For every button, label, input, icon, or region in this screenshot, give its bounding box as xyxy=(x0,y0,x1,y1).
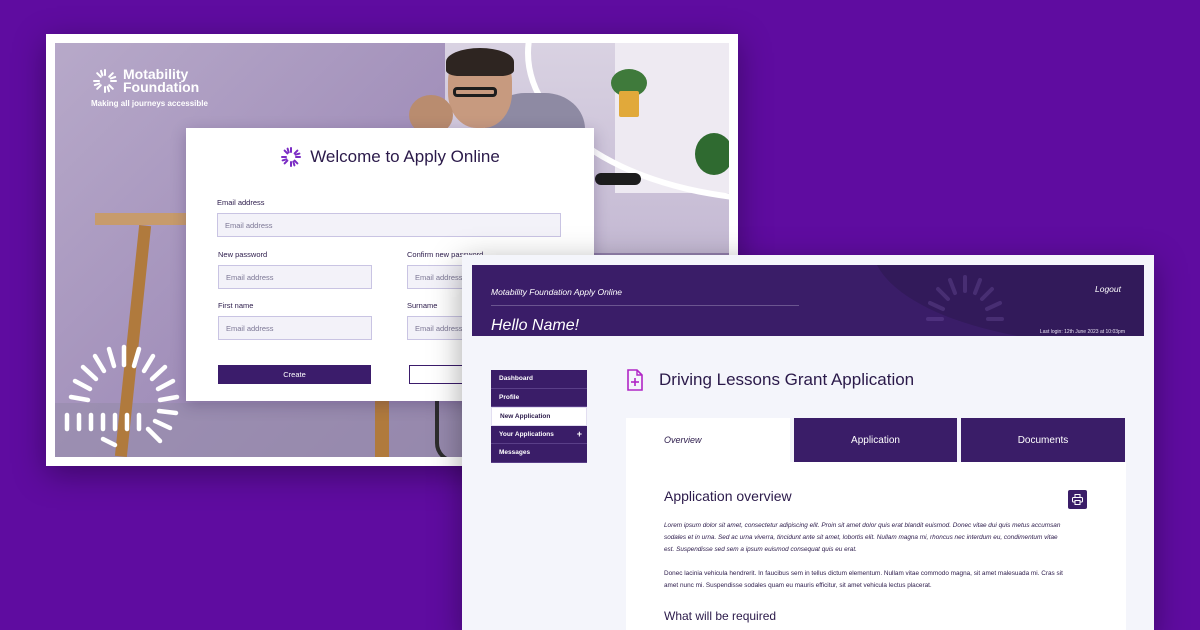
sidebar-item-profile[interactable]: Profile xyxy=(491,388,587,407)
email-label: Email address xyxy=(217,198,265,207)
sidebar-nav: Dashboard Profile New Application Your A… xyxy=(491,370,587,463)
first-name-field[interactable]: Email address xyxy=(218,316,372,340)
overview-paragraph-2: Donec lacinia vehicula hendrerit. In fau… xyxy=(664,570,1063,589)
email-field[interactable]: Email address xyxy=(217,213,561,237)
logout-link[interactable]: Logout xyxy=(1095,284,1121,294)
create-button[interactable]: Create xyxy=(218,365,371,384)
overview-paragraph-1: Lorem ipsum dolor sit amet, consectetur … xyxy=(664,522,1061,553)
page-title: Driving Lessons Grant Application xyxy=(659,370,915,389)
surname-label: Surname xyxy=(407,301,438,310)
divider xyxy=(491,305,799,306)
header-banner: Motability Foundation Apply Online Hello… xyxy=(472,265,1144,336)
new-password-label: New password xyxy=(218,250,268,259)
overview-panel: Application overview Lorem ipsum dolor s… xyxy=(626,462,1126,630)
tab-bar: Overview Application Documents xyxy=(626,418,1126,462)
sunburst-icon xyxy=(64,344,180,448)
app-name: Motability Foundation Apply Online xyxy=(491,287,623,297)
foundation-logo-icon xyxy=(281,147,302,167)
expand-plus-icon[interactable]: + xyxy=(577,429,582,439)
last-login-text: Last login: 12th June 2023 at 10:03pm xyxy=(1039,329,1125,335)
first-name-label: First name xyxy=(218,301,254,310)
requirements-heading: What will be required xyxy=(664,609,777,623)
sidebar-item-your-applications[interactable]: Your Applications + xyxy=(491,425,587,444)
signup-title: Welcome to Apply Online xyxy=(310,147,500,166)
tab-overview[interactable]: Overview xyxy=(626,418,790,462)
sidebar-item-dashboard[interactable]: Dashboard xyxy=(491,370,587,389)
page-header: Driving Lessons Grant Application xyxy=(626,369,914,391)
sunburst-icon xyxy=(926,275,1004,321)
new-password-field[interactable]: Email address xyxy=(218,265,372,289)
document-plus-icon xyxy=(627,369,643,391)
print-button[interactable] xyxy=(1068,490,1087,509)
tab-application[interactable]: Application xyxy=(794,418,957,462)
brand-logo: Motability Foundation Making all journey… xyxy=(91,67,208,108)
dashboard-screenshot: Motability Foundation Apply Online Hello… xyxy=(462,255,1154,630)
greeting: Hello Name! xyxy=(491,317,580,334)
printer-icon xyxy=(1072,494,1083,505)
tab-documents[interactable]: Documents xyxy=(961,418,1125,462)
brand-tagline: Making all journeys accessible xyxy=(91,99,208,108)
sidebar-item-new-application[interactable]: New Application xyxy=(491,407,587,426)
sidebar-item-messages[interactable]: Messages xyxy=(491,444,587,463)
foundation-logo-icon xyxy=(93,69,117,93)
overview-heading: Application overview xyxy=(664,488,792,504)
brand-name-line2: Foundation xyxy=(123,79,200,95)
